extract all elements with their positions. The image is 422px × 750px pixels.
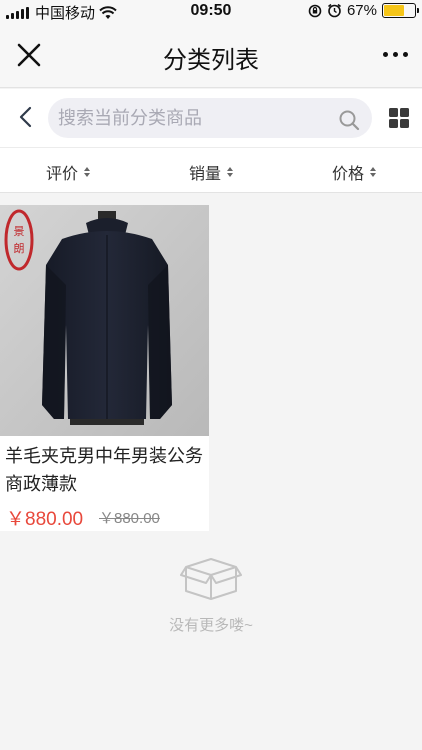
empty-box-icon <box>180 558 242 600</box>
sort-label: 评价 <box>46 166 79 183</box>
sort-bar: 评价 销量 价格 <box>0 147 422 193</box>
alarm-icon <box>327 3 341 18</box>
status-bar: 中国移动 09:50 67% <box>0 0 422 22</box>
search-box[interactable] <box>48 98 372 138</box>
no-more-text: 没有更多喽~ <box>169 617 253 634</box>
rotation-lock-icon <box>308 4 322 17</box>
sort-by-rating[interactable]: 评价 <box>46 160 91 184</box>
nav-bar: 分类列表 <box>0 22 422 88</box>
search-row <box>0 89 422 147</box>
search-icon[interactable] <box>338 109 360 131</box>
product-image[interactable]: 景 朗 <box>0 205 209 436</box>
sort-arrows-icon <box>227 167 234 177</box>
product-card[interactable]: 景 朗 羊毛夹克男中年男装公务商政薄款 ￥880.00 ￥880.00 <box>0 205 209 531</box>
sort-label: 销量 <box>189 166 222 183</box>
sort-arrows-icon <box>370 167 377 177</box>
search-input[interactable] <box>58 98 328 138</box>
svg-text:朗: 朗 <box>14 242 25 255</box>
more-icon[interactable] <box>383 52 408 57</box>
grid-view-icon[interactable] <box>388 107 410 129</box>
sort-label: 价格 <box>332 166 365 183</box>
battery-icon <box>382 3 419 18</box>
battery-percent: 67% <box>346 2 377 19</box>
back-icon[interactable] <box>16 105 36 129</box>
sort-by-sales[interactable]: 销量 <box>189 160 234 184</box>
status-right: 67% <box>308 2 419 19</box>
jacket-illustration: 景 朗 <box>0 205 209 436</box>
page-title: 分类列表 <box>163 47 259 74</box>
product-title[interactable]: 羊毛夹克男中年男装公务商政薄款 <box>5 442 205 498</box>
product-original-price: ￥880.00 <box>99 510 160 527</box>
product-price: ￥880.00 <box>6 509 84 530</box>
sort-arrows-icon <box>84 167 91 177</box>
sort-by-price[interactable]: 价格 <box>332 160 377 184</box>
svg-text:景: 景 <box>14 225 25 238</box>
